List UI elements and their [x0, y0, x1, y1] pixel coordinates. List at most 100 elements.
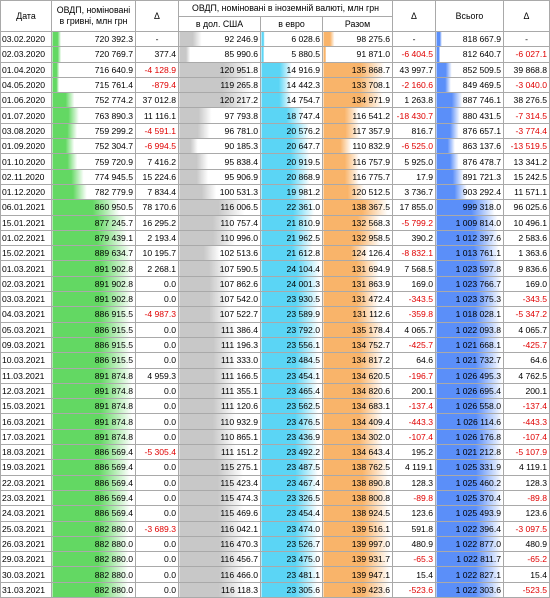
row-eur: 5 880.5	[260, 46, 323, 63]
row-usd: 115 275.1	[178, 459, 261, 476]
row-delta-fx: -65.3	[392, 551, 436, 568]
table-row: 02.03.2020 720 769.7 377.4 85 990.6 5 880.5 9…	[0, 46, 550, 63]
row-date: 01.12.2020	[0, 183, 52, 201]
row-delta-uah: -4 128.9	[135, 61, 179, 78]
row-eur: 23 454.4	[260, 505, 323, 522]
table-row: 04.05.2020 715 761.4 -879.4 119 265.8 14 442…	[0, 76, 550, 94]
row-sum: 132 958.5	[322, 229, 393, 247]
row-delta-total: -3 774.4	[503, 122, 550, 140]
table-row: 02.03.2021 891 902.8 0.0 107 862.6 24 001.3 1…	[0, 275, 550, 293]
row-delta-fx: -196.7	[392, 367, 436, 384]
row-usd: 111 333.0	[178, 352, 261, 369]
row-sum: 134 302.0	[322, 428, 393, 446]
row-delta-uah: 0.0	[135, 581, 179, 598]
row-total: 876 657.1	[435, 122, 504, 140]
row-delta-uah: 0.0	[135, 459, 179, 476]
row-delta-fx: 5 925.0	[392, 153, 436, 170]
row-date: 04.05.2020	[0, 76, 52, 94]
row-uah: 716 640.9	[51, 61, 136, 78]
row-uah: 891 874.8	[51, 413, 136, 430]
row-total: 1 022 396.4	[435, 520, 504, 537]
row-delta-fx: 390.2	[392, 229, 436, 247]
row-eur: 14 916.9	[260, 61, 323, 78]
row-sum: 139 997.0	[322, 535, 393, 553]
row-delta-uah: -6 994.5	[135, 138, 179, 155]
row-eur: 23 467.4	[260, 474, 323, 491]
row-date: 15.01.2021	[0, 214, 52, 231]
row-delta-uah: 0.0	[135, 535, 179, 553]
row-delta-fx: -343.5	[392, 291, 436, 308]
row-delta-uah: 0.0	[135, 505, 179, 522]
row-uah: 891 902.8	[51, 275, 136, 293]
row-delta-total: 39 868.8	[503, 61, 550, 78]
row-total: 1 012 397.6	[435, 229, 504, 247]
row-delta-fx: 3 736.7	[392, 183, 436, 201]
row-delta-uah: -4 591.1	[135, 122, 179, 140]
row-date: 26.03.2021	[0, 535, 52, 553]
row-eur: 23 465.4	[260, 382, 323, 400]
row-total: 1 025 460.2	[435, 474, 504, 491]
table-row: 10.03.2021 886 915.5 0.0 111 333.0 23 484.5 1…	[0, 352, 550, 369]
row-delta-total: -7 314.5	[503, 107, 550, 124]
header-fx-bonds: ОВДП, номіновані в іноземній валюті, млн…	[178, 0, 393, 17]
row-delta-uah: 2 193.4	[135, 229, 179, 247]
row-delta-uah: -	[135, 30, 179, 48]
row-eur: 23 556.1	[260, 336, 323, 354]
row-eur: 20 919.5	[260, 153, 323, 170]
row-uah: 882 880.0	[51, 520, 136, 537]
row-delta-total: -107.4	[503, 428, 550, 446]
header-delta-total: Δ	[503, 0, 550, 32]
row-delta-total: 128.3	[503, 474, 550, 491]
row-delta-uah: 16 295.2	[135, 214, 179, 231]
row-uah: 752 774.2	[51, 92, 136, 109]
row-uah: 891 874.8	[51, 398, 136, 415]
row-eur: 14 754.7	[260, 92, 323, 109]
table-row: 12.03.2021 891 874.8 0.0 111 355.1 23 465.4 1…	[0, 382, 550, 400]
row-sum: 139 423.6	[322, 581, 393, 598]
row-sum: 116 775.7	[322, 168, 393, 185]
row-date: 03.02.2020	[0, 30, 52, 48]
row-delta-total: 15.4	[503, 566, 550, 583]
row-eur: 21 612.8	[260, 245, 323, 262]
row-delta-fx: 123.6	[392, 505, 436, 522]
row-delta-fx: 591.8	[392, 520, 436, 537]
row-delta-fx: 169.0	[392, 275, 436, 293]
row-delta-total: 1 363.6	[503, 245, 550, 262]
row-delta-fx: -	[392, 30, 436, 48]
row-total: 1 021 212.8	[435, 444, 504, 461]
row-sum: 117 357.9	[322, 122, 393, 140]
row-date: 10.03.2021	[0, 352, 52, 369]
row-uah: 782 779.9	[51, 183, 136, 201]
row-sum: 139 516.1	[322, 520, 393, 537]
row-delta-total: -137.4	[503, 398, 550, 415]
row-eur: 20 647.7	[260, 138, 323, 155]
row-delta-uah: 78 170.6	[135, 199, 179, 216]
row-total: 1 026 695.4	[435, 382, 504, 400]
row-delta-fx: -107.4	[392, 428, 436, 446]
row-sum: 134 752.7	[322, 336, 393, 354]
row-date: 25.03.2021	[0, 520, 52, 537]
row-delta-uah: 0.0	[135, 551, 179, 568]
row-uah: 886 569.4	[51, 459, 136, 476]
table-row: 01.06.2020 752 774.2 37 012.8 120 217.2 14 7…	[0, 92, 550, 109]
header-usd: в дол. США	[178, 16, 261, 32]
row-uah: 891 874.8	[51, 428, 136, 446]
row-delta-fx: -443.3	[392, 413, 436, 430]
row-total: 1 013 761.1	[435, 245, 504, 262]
row-eur: 18 747.4	[260, 107, 323, 124]
row-delta-uah: 0.0	[135, 566, 179, 583]
row-eur: 19 981.2	[260, 183, 323, 201]
table-row: 03.03.2021 891 902.8 0.0 107 542.0 23 930.5 1…	[0, 291, 550, 308]
row-delta-total: 38 276.5	[503, 92, 550, 109]
row-delta-uah: 0.0	[135, 321, 179, 338]
row-date: 02.03.2021	[0, 275, 52, 293]
row-date: 03.03.2021	[0, 291, 52, 308]
row-date: 09.03.2021	[0, 336, 52, 354]
row-delta-total: -6 027.1	[503, 46, 550, 63]
table-row: 22.03.2021 886 569.4 0.0 115 423.4 23 467.4 1…	[0, 474, 550, 491]
row-delta-total: 9 836.6	[503, 260, 550, 277]
row-total: 1 025 370.4	[435, 489, 504, 507]
row-eur: 6 028.6	[260, 30, 323, 48]
row-uah: 882 880.0	[51, 566, 136, 583]
row-eur: 23 476.5	[260, 413, 323, 430]
